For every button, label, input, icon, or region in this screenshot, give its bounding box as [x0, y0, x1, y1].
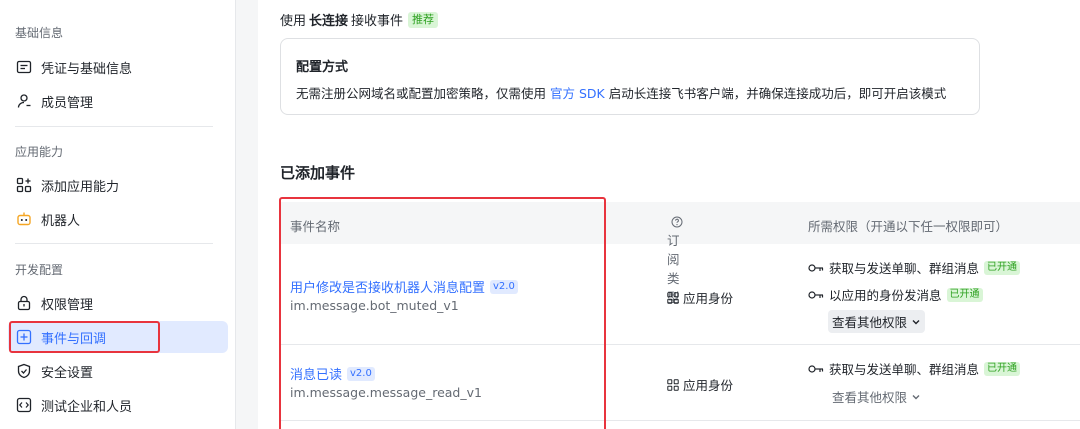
header-event-name: 事件名称 [290, 219, 341, 234]
event-name[interactable]: 用户修改是否接收机器人消息配置 [290, 277, 485, 296]
config-title: 配置方式 [296, 60, 349, 75]
event-name-link[interactable]: 用户修改是否接收机器人消息配置 v2.0 [290, 277, 518, 296]
event-code: im.message.message_read_v1 [290, 385, 482, 400]
apps-plus-icon [16, 177, 32, 193]
recommended-badge: 推荐 [408, 11, 439, 28]
permission-item: 获取与发送单聊、群组消息 已开通 [808, 359, 1021, 378]
subscription-type: 应用身份 [667, 288, 733, 307]
grid-icon [667, 291, 679, 304]
view-more-label: 查看其他权限 [832, 390, 908, 405]
sidebar-item-label: 权限管理 [41, 297, 94, 313]
event-code: im.message.bot_muted_v1 [290, 298, 459, 313]
permission-item: 获取与发送单聊、群组消息 已开通 [808, 258, 1021, 277]
permission-label: 获取与发送单聊、群组消息 [829, 362, 980, 377]
enabled-badge: 已开通 [984, 260, 1021, 275]
sidebar-divider [15, 243, 213, 244]
view-more-permissions-button[interactable]: 查看其他权限 [828, 310, 926, 333]
mode-suffix: 接收事件 [351, 14, 404, 29]
key-icon [808, 364, 824, 373]
robot-icon [16, 211, 32, 227]
version-badge: v2.0 [347, 366, 375, 381]
sidebar-item-credentials[interactable]: 凭证与基础信息 [8, 51, 228, 83]
config-description: 无需注册公网域名或配置加密策略，仅需使用 官方 SDK 启动长连接飞书客户端，并… [296, 83, 946, 102]
shield-icon [16, 363, 32, 379]
lock-icon [16, 295, 32, 311]
sidebar-item-label: 添加应用能力 [41, 179, 120, 195]
mode-prefix: 使用 [280, 14, 307, 29]
section-title-dev-config: 开发配置 [15, 263, 64, 277]
added-events-title: 已添加事件 [280, 164, 356, 182]
subscription-type-label: 应用身份 [683, 378, 734, 393]
sidebar-item-members[interactable]: 成员管理 [8, 85, 228, 117]
config-desc-before: 无需注册公网域名或配置加密策略，仅需使用 [296, 86, 547, 101]
sidebar-item-label: 凭证与基础信息 [41, 61, 133, 77]
sidebar-item-events[interactable]: 事件与回调 [8, 321, 228, 353]
sidebar-item-label: 事件与回调 [41, 331, 107, 347]
grid-icon [667, 378, 679, 391]
chevron-down-icon [912, 319, 920, 324]
table-header: 事件名称 订阅类型 所需权限（开通以下任一权限即可） [280, 202, 1080, 305]
sidebar-divider [15, 126, 213, 127]
header-permissions: 所需权限（开通以下任一权限即可） [808, 219, 1009, 234]
permission-item: 以应用的身份发消息 已开通 [808, 285, 983, 304]
enabled-badge: 已开通 [984, 361, 1021, 376]
subscription-type-label: 应用身份 [683, 291, 734, 306]
sidebar-item-test-users[interactable]: 测试企业和人员 [8, 389, 228, 421]
chevron-down-icon [912, 394, 920, 399]
view-more-permissions-button[interactable]: 查看其他权限 [828, 385, 925, 408]
sidebar-item-label: 测试企业和人员 [41, 399, 133, 415]
sidebar-item-label: 安全设置 [41, 365, 94, 381]
code-icon [16, 397, 32, 413]
sidebar-item-label: 机器人 [41, 213, 81, 229]
sidebar-item-robot[interactable]: 机器人 [8, 203, 228, 235]
enabled-badge: 已开通 [946, 287, 983, 302]
sdk-link[interactable]: 官方 SDK [550, 86, 605, 101]
view-more-label: 查看其他权限 [832, 315, 908, 330]
event-icon [16, 329, 32, 345]
sidebar-item-label: 成员管理 [41, 95, 94, 111]
id-card-icon [16, 59, 32, 75]
user-icon [16, 93, 32, 109]
event-name-link[interactable]: 消息已读 v2.0 [290, 364, 375, 383]
help-icon[interactable] [671, 216, 683, 228]
header-subscription-type: 订阅类型 [667, 216, 683, 305]
sidebar: 基础信息 凭证与基础信息 成员管理 应用能力 添加应用能力 机器人 开发配置 权… [0, 0, 236, 429]
sidebar-item-permissions[interactable]: 权限管理 [8, 287, 228, 319]
permission-label: 以应用的身份发消息 [829, 288, 942, 303]
subscription-type: 应用身份 [667, 375, 733, 394]
section-title-capabilities: 应用能力 [15, 145, 64, 159]
key-icon [808, 290, 824, 299]
main-area: 使用 长连接 接收事件 推荐 配置方式 无需注册公网域名或配置加密策略，仅需使用… [236, 0, 1080, 429]
connection-mode: 使用 长连接 接收事件 推荐 [280, 10, 439, 29]
config-card: 配置方式 无需注册公网域名或配置加密策略，仅需使用 官方 SDK 启动长连接飞书… [280, 38, 980, 115]
version-badge: v2.0 [490, 279, 518, 294]
config-desc-after: 启动长连接飞书客户端，并确保连接成功后，即可开启该模式 [608, 86, 947, 101]
event-name[interactable]: 消息已读 [290, 364, 342, 383]
section-title-basic: 基础信息 [15, 26, 64, 40]
mode-strong: 长连接 [309, 14, 349, 29]
permission-label: 获取与发送单聊、群组消息 [829, 261, 980, 276]
table-row: 消息已读 v2.0 im.message.message_read_v1 应用身… [280, 345, 1080, 421]
sidebar-item-security[interactable]: 安全设置 [8, 355, 228, 387]
sidebar-item-add-capability[interactable]: 添加应用能力 [8, 169, 228, 201]
table-row: 用户修改是否接收机器人消息配置 v2.0 im.message.bot_mute… [280, 244, 1080, 345]
key-icon [808, 263, 824, 272]
